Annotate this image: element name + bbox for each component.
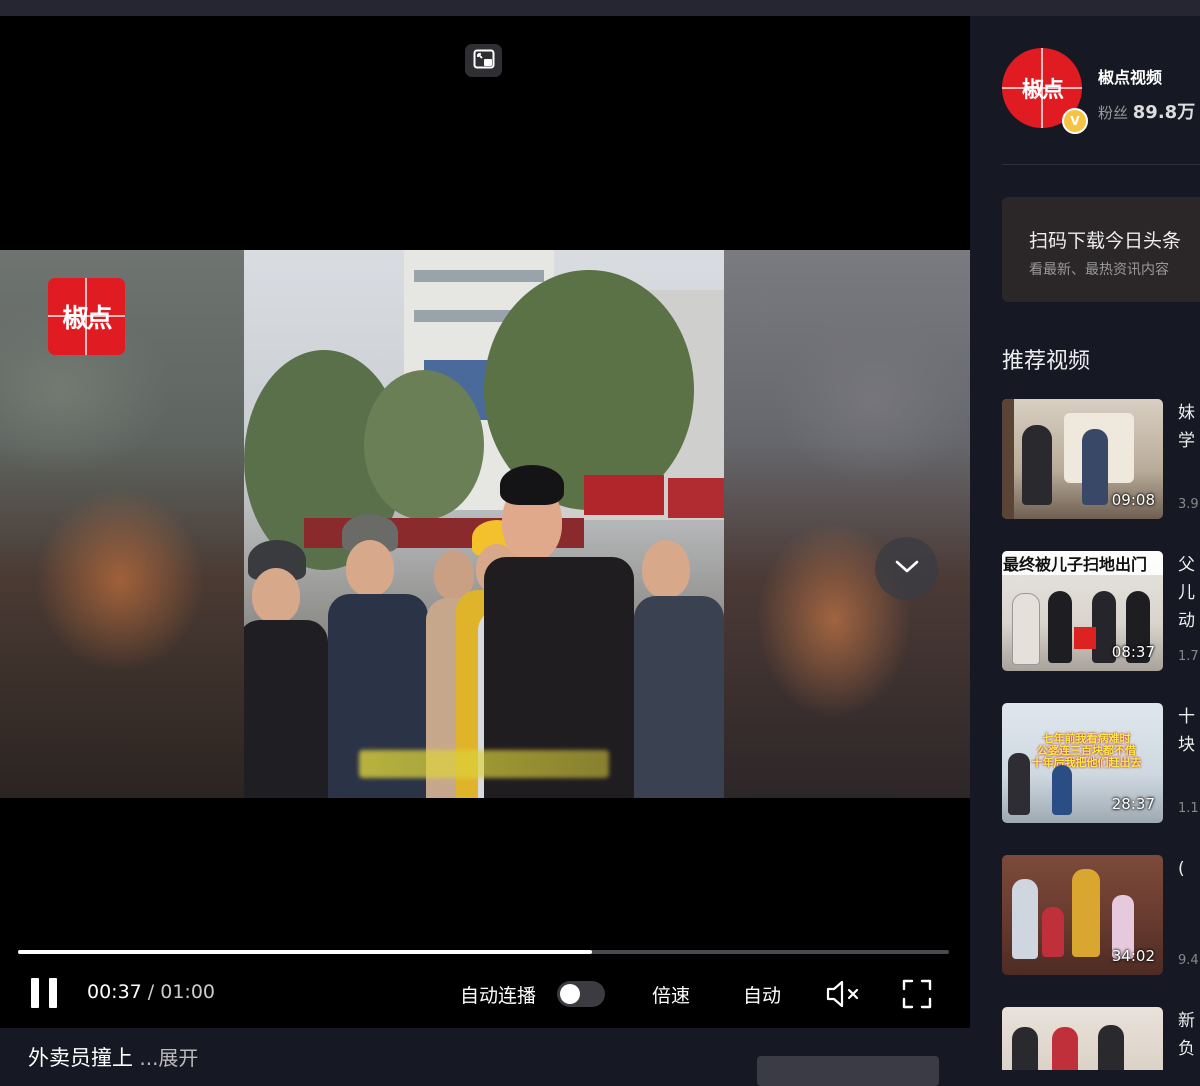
recommended-title: (: [1178, 855, 1200, 883]
player-controls: 00:37 / 01:00 自动连播 倍速 自动: [0, 966, 970, 1018]
video-title-text: 外卖员撞上: [28, 1046, 133, 1070]
title-line: 块: [1178, 735, 1195, 755]
thumbnail-text: 七年前我看病难时 公婆连三百块都不借 十年后我把他们赶出去: [1031, 732, 1142, 769]
thumbnail-duration: 34:02: [1111, 947, 1155, 965]
recommended-meta: 1.7: [1178, 649, 1199, 664]
autoplay-label: 自动连播: [460, 985, 537, 1007]
video-subtitle-blur: [359, 750, 609, 778]
recommended-title: 新 负: [1178, 1007, 1200, 1063]
action-button[interactable]: [757, 1056, 939, 1086]
mini-player-icon: [473, 49, 495, 73]
recommended-item[interactable]: 七年前我看病难时 公婆连三百块都不借 十年后我把他们赶出去 28:37 十 块 …: [1002, 703, 1200, 825]
recommended-item[interactable]: 最终被儿子扫地出门 08:37 父 儿 动 1.7: [1002, 551, 1200, 673]
verified-badge: V: [1062, 108, 1088, 134]
time-separator: /: [141, 981, 161, 1003]
title-line: 新: [1178, 1011, 1195, 1031]
collapse-panel-button[interactable]: [875, 537, 938, 600]
quality-button[interactable]: 自动: [743, 981, 781, 1008]
video-thumbnail[interactable]: 最终被儿子扫地出门 08:37: [1002, 551, 1163, 671]
video-frame[interactable]: [0, 250, 970, 798]
progress-bar[interactable]: [18, 950, 949, 954]
title-line: 父: [1178, 555, 1195, 575]
recommended-title: 父 儿 动: [1178, 551, 1200, 635]
title-line: 学: [1178, 431, 1195, 451]
video-blur-right: [724, 250, 970, 798]
title-line: (: [1178, 859, 1185, 879]
progress-fill: [18, 950, 593, 954]
expand-link[interactable]: ...展开: [133, 1046, 198, 1070]
video-title: 外卖员撞上 ...展开: [28, 1042, 198, 1072]
recommended-item[interactable]: 09:08 妹 学 3.9: [1002, 399, 1200, 521]
video-scene: [244, 250, 724, 798]
divider: [1002, 164, 1200, 165]
video-title-row: 外卖员撞上 ...展开: [0, 1028, 970, 1086]
thumbnail-caption: 最终被儿子扫地出门: [1002, 551, 1163, 575]
duration: 01:00: [160, 981, 216, 1003]
download-card-subtitle: 看最新、最热资讯内容: [1029, 262, 1169, 278]
pause-button[interactable]: [28, 978, 62, 1008]
title-line: 妹: [1178, 403, 1195, 423]
download-app-card[interactable]: 扫码下载今日头条 看最新、最热资讯内容: [1002, 197, 1200, 302]
title-line: 儿: [1178, 583, 1195, 603]
thumbnail-duration: 08:37: [1111, 643, 1155, 661]
author-name[interactable]: 椒点视频: [1098, 64, 1162, 88]
right-sidebar: 椒点 V 椒点视频 粉丝 89.8万 扫码下载今日头条 看最新、最热资讯内容 推…: [970, 16, 1200, 1070]
thumbnail-duration: 09:08: [1111, 491, 1155, 509]
recommended-meta: 1.1: [1178, 801, 1199, 816]
fans-number: 89.8万: [1132, 102, 1196, 123]
download-card-title: 扫码下载今日头条: [1029, 230, 1182, 252]
speed-button[interactable]: 倍速: [652, 981, 690, 1008]
recommended-heading: 推荐视频: [1002, 349, 1091, 374]
recommended-item[interactable]: 新 负: [1002, 1007, 1200, 1070]
title-line: 负: [1178, 1039, 1195, 1059]
watermark-text: 椒点: [62, 304, 112, 334]
title-line: 十: [1178, 707, 1195, 727]
watermark-logo: 椒点: [48, 278, 125, 355]
video-player[interactable]: 椒点 00:37 / 01:00 自动连播 倍速 自动: [0, 16, 970, 1028]
pause-icon: [31, 978, 39, 1008]
video-thumbnail[interactable]: 09:08: [1002, 399, 1163, 519]
chevron-down-icon: [894, 559, 920, 579]
fullscreen-icon[interactable]: [901, 978, 933, 1014]
toggle-knob: [560, 984, 580, 1004]
video-thumbnail[interactable]: 七年前我看病难时 公婆连三百块都不借 十年后我把他们赶出去 28:37: [1002, 703, 1163, 823]
recommended-meta: 9.4: [1178, 953, 1199, 968]
mute-icon[interactable]: [824, 978, 864, 1014]
pause-icon-bar: [49, 978, 57, 1008]
current-time: 00:37: [87, 981, 142, 1003]
thumbnail-duration: 28:37: [1111, 795, 1155, 813]
avatar-text: 椒点: [1021, 78, 1064, 103]
fans-label: 粉丝: [1098, 104, 1133, 122]
video-thumbnail[interactable]: 34:02: [1002, 855, 1163, 975]
mini-player-button[interactable]: [465, 44, 502, 77]
top-bar: [0, 0, 1200, 16]
title-line: 动: [1178, 611, 1195, 631]
recommended-title: 十 块: [1178, 703, 1200, 759]
video-thumbnail[interactable]: [1002, 1007, 1163, 1070]
time-display: 00:37 / 01:00: [87, 981, 215, 1003]
recommended-item[interactable]: 34:02 ( 9.4: [1002, 855, 1200, 977]
fans-count: 粉丝 89.8万: [1098, 98, 1195, 124]
recommended-title: 妹 学: [1178, 399, 1200, 455]
autoplay-toggle[interactable]: [557, 981, 605, 1007]
recommended-meta: 3.9: [1178, 497, 1199, 512]
